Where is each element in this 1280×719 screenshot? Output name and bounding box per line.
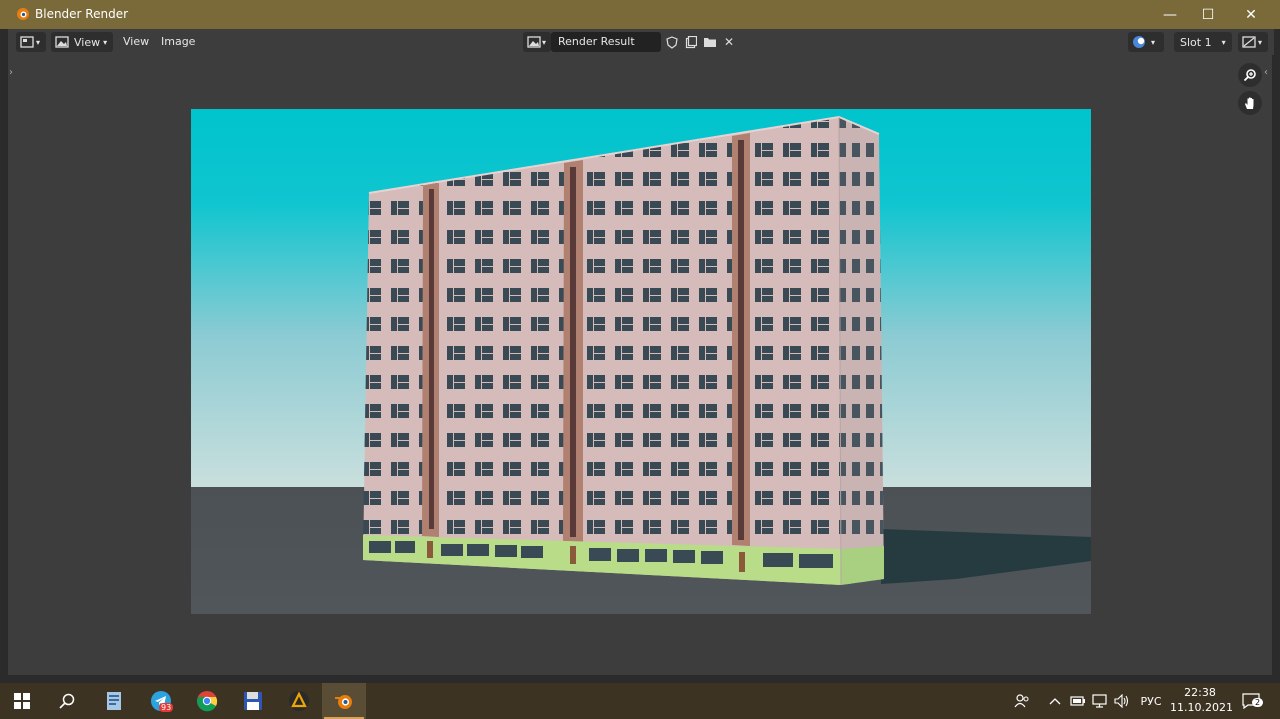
image-icon	[55, 36, 69, 48]
zoom-icon[interactable]	[1238, 63, 1262, 87]
status-bar	[0, 675, 1280, 683]
language-indicator[interactable]: РУС	[1136, 683, 1166, 719]
start-windows-icon[interactable]	[0, 683, 44, 719]
menu-image[interactable]: Image	[161, 35, 195, 48]
new-image-icon[interactable]	[682, 32, 700, 52]
blender-logo-icon	[17, 8, 29, 20]
browse-image-button[interactable]: ▾	[523, 32, 551, 52]
chevron-down-icon: ▾	[542, 37, 547, 47]
image-editor-icon	[20, 36, 34, 48]
color-alpha-icon	[1133, 36, 1145, 48]
rendered-building	[191, 109, 1091, 614]
chevron-down-icon: ▾	[103, 37, 108, 47]
search-icon[interactable]	[45, 683, 89, 719]
notifications-icon[interactable]: 2	[1236, 683, 1266, 719]
render-result-image[interactable]	[191, 109, 1091, 614]
view-mode-dropdown[interactable]: View ▾	[51, 32, 113, 52]
unlink-close-icon[interactable]: ✕	[720, 32, 738, 52]
pan-hand-icon[interactable]	[1238, 91, 1262, 115]
close-button[interactable]: ✕	[1229, 0, 1273, 29]
title-bar: Blender Render — ☐ ✕	[0, 0, 1280, 29]
open-folder-icon[interactable]	[701, 32, 719, 52]
slot-dropdown[interactable]: Slot 1 ▾	[1174, 32, 1232, 52]
chevron-down-icon: ▾	[1221, 37, 1226, 47]
scopes-button[interactable]: ▾	[1238, 32, 1268, 52]
taskbar: 93 РУС 22:38 11.10.2021 2	[0, 683, 1280, 719]
left-border	[0, 29, 7, 675]
right-border	[1273, 29, 1280, 675]
view-mode-label: View	[74, 35, 101, 49]
image-icon	[527, 36, 541, 48]
archicad-app-icon[interactable]	[277, 683, 321, 719]
telegram-icon[interactable]: 93	[139, 683, 183, 719]
battery-icon[interactable]	[1068, 683, 1088, 719]
clock-time: 22:38	[1184, 686, 1216, 699]
image-editor: ▾ View ▾ View Image ▾ Render Result ✕ ▾	[7, 29, 1274, 675]
clock[interactable]: 22:38 11.10.2021	[1170, 685, 1233, 715]
scopes-icon	[1242, 36, 1256, 48]
menu-view[interactable]: View	[123, 35, 149, 48]
maximize-button[interactable]: ☐	[1186, 0, 1230, 29]
sidebar-expand-icon[interactable]: ‹	[1264, 67, 1268, 78]
window-title: Blender Render	[35, 7, 129, 21]
editor-type-button[interactable]: ▾	[16, 32, 46, 52]
file-app-icon[interactable]	[92, 683, 136, 719]
chevron-down-icon: ▾	[36, 37, 41, 47]
chevron-down-icon: ▾	[1258, 37, 1263, 47]
blender-taskbar-icon[interactable]	[322, 683, 366, 719]
chevron-up-icon[interactable]	[1046, 683, 1064, 719]
slot-label: Slot 1	[1180, 35, 1212, 49]
telegram-badge: 93	[159, 703, 174, 712]
editor-header: ▾ View ▾ View Image ▾ Render Result ✕ ▾	[8, 29, 1274, 55]
notification-count: 2	[1252, 698, 1264, 707]
volume-icon[interactable]	[1112, 683, 1132, 719]
chevron-down-icon: ▾	[1151, 37, 1156, 47]
chrome-icon[interactable]	[185, 683, 229, 719]
toolbar-expand-icon[interactable]: ›	[9, 67, 13, 78]
clock-date: 11.10.2021	[1170, 701, 1233, 714]
image-name-field[interactable]: Render Result	[551, 32, 661, 52]
save-disk-app-icon[interactable]	[231, 683, 275, 719]
network-icon[interactable]	[1090, 683, 1110, 719]
fake-user-shield-icon[interactable]	[663, 32, 681, 52]
display-channels-button[interactable]: ▾	[1128, 32, 1164, 52]
people-icon[interactable]	[1010, 683, 1034, 719]
